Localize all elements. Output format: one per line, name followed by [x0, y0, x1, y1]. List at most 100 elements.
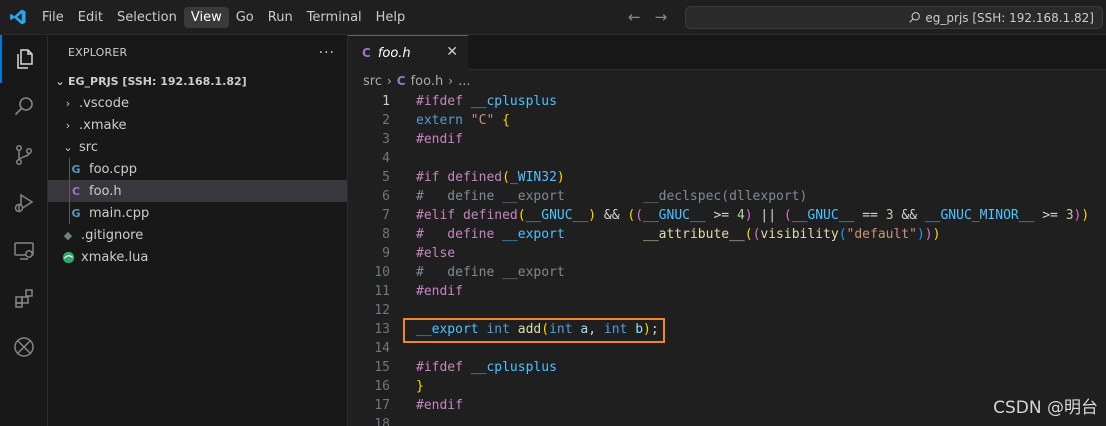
menu-selection[interactable]: Selection: [110, 7, 184, 28]
more-actions-icon[interactable]: ···: [319, 45, 335, 61]
xmake-icon[interactable]: [0, 323, 48, 371]
code-token: ): [916, 227, 925, 242]
cpp-file-icon: G: [71, 162, 81, 176]
code-line: 1 #ifdef __cplusplus: [348, 92, 1106, 111]
command-center-search[interactable]: eg_prjs [SSH: 192.168.1.82]: [685, 6, 1103, 29]
cpp-file-icon: G: [71, 206, 81, 220]
close-icon[interactable]: ✕: [446, 44, 458, 60]
code-token: #ifdef: [416, 360, 471, 375]
breadcrumb-folder[interactable]: src: [363, 74, 382, 89]
indent-guide: [69, 202, 70, 224]
menu-help[interactable]: Help: [369, 7, 413, 28]
code-token: (: [627, 208, 636, 223]
back-arrow-icon[interactable]: ←: [628, 8, 641, 26]
workspace-section-header[interactable]: ⌄ EG_PRJS [SSH: 192.168.1.82]: [48, 70, 347, 92]
tree-item-xmake[interactable]: › .xmake: [48, 114, 347, 136]
code-text: #elif defined(__GNUC__) && ((__GNUC__ >=…: [416, 206, 1089, 225]
line-number: 16: [374, 379, 390, 394]
run-debug-icon[interactable]: [0, 179, 48, 227]
code-text: # define __export: [416, 263, 565, 282]
code-token: __GNUC__: [525, 208, 589, 223]
sidebar-header: EXPLORER ···: [48, 35, 347, 70]
line-number: 17: [374, 398, 390, 413]
source-control-icon[interactable]: [0, 131, 48, 179]
code-token: # define: [416, 227, 503, 242]
line-number: 14: [374, 341, 390, 356]
code-line: 9 #else: [348, 244, 1106, 263]
code-text: #endif: [416, 396, 463, 415]
code-token: _WIN32: [509, 170, 557, 185]
chevron-right-icon: ›: [448, 74, 454, 88]
tree-item-gitignore[interactable]: ◆ .gitignore: [48, 224, 347, 246]
search-icon[interactable]: [0, 83, 48, 131]
tree-item-main-cpp[interactable]: Gmain.cpp: [48, 202, 347, 224]
code-text: extern "C" {: [416, 111, 510, 130]
code-token: #else: [416, 246, 456, 261]
tree-item-foo-h[interactable]: Cfoo.h: [48, 180, 347, 202]
tree-item-vscode[interactable]: › .vscode: [48, 92, 347, 114]
line-number: 5: [382, 170, 390, 185]
line-number: 9: [382, 246, 390, 261]
code-token: >=: [1034, 208, 1066, 223]
code-token: __cplusplus: [470, 360, 557, 375]
code-line: 15 #ifdef __cplusplus: [348, 358, 1106, 377]
code-token: "default": [846, 227, 917, 242]
c-header-file-icon: C: [71, 184, 81, 198]
tree-item-foo-cpp[interactable]: Gfoo.cpp: [48, 158, 347, 180]
code-token: # define __export: [416, 265, 565, 280]
code-line: 4: [348, 149, 1106, 168]
tree-item-src[interactable]: ⌄ src: [48, 136, 347, 158]
menu-go[interactable]: Go: [229, 7, 261, 28]
code-text: #ifdef __cplusplus: [416, 358, 557, 377]
code-token: (: [744, 227, 753, 242]
code-token: ): [932, 227, 941, 242]
menu-edit[interactable]: Edit: [71, 7, 110, 28]
vscode-logo-icon: [0, 0, 35, 35]
files-icon[interactable]: [0, 35, 48, 83]
breadcrumb-more[interactable]: ...: [458, 74, 470, 89]
chevron-down-icon: ⌄: [63, 140, 73, 154]
extensions-icon[interactable]: [0, 275, 48, 323]
code-token: #endif: [416, 398, 463, 413]
tree-item-label: .vscode: [79, 95, 129, 111]
editor-area: C foo.h ✕ src › C foo.h › ... 1 #ifdef __…: [348, 35, 1106, 426]
code-line: 5 #if defined(_WIN32): [348, 168, 1106, 187]
code-token: (: [783, 208, 792, 223]
menu-run[interactable]: Run: [261, 7, 300, 28]
code-token: __GNUC__: [791, 208, 855, 223]
menu-view[interactable]: View: [183, 6, 229, 28]
command-center-text: eg_prjs [SSH: 192.168.1.82]: [925, 10, 1094, 25]
code-token: {: [502, 113, 510, 128]
code-token: __GNUC_MINOR__: [924, 208, 1035, 223]
code-token: #if: [416, 170, 448, 185]
activity-bar: [0, 35, 48, 426]
search-icon: [909, 12, 921, 23]
code-token: 3: [885, 208, 894, 223]
tab-foo-h[interactable]: C foo.h ✕: [348, 35, 468, 70]
line-number: 3: [382, 132, 390, 147]
code-token: ): [1081, 208, 1090, 223]
chevron-down-icon: ⌄: [55, 74, 65, 88]
forward-arrow-icon[interactable]: →: [655, 8, 668, 26]
chevron-right-icon: ›: [65, 118, 71, 132]
tab-label: foo.h: [377, 45, 411, 61]
line-number: 4: [382, 151, 390, 166]
tree-item-label: src: [79, 139, 98, 155]
code-token: >=: [705, 208, 737, 223]
code-text: #ifdef __cplusplus: [416, 92, 557, 111]
code-token: &&: [596, 208, 628, 223]
chevron-right-icon: ›: [65, 96, 71, 110]
menu-terminal[interactable]: Terminal: [300, 7, 369, 28]
tree-item-xmake-lua[interactable]: xmake.lua: [48, 246, 347, 268]
editor-tabs: C foo.h ✕: [348, 35, 1106, 70]
code-line: 10 # define __export: [348, 263, 1106, 282]
code-token: defined: [462, 208, 518, 223]
menu-file[interactable]: File: [35, 7, 71, 28]
breadcrumb-file[interactable]: foo.h: [411, 74, 444, 89]
code-token: #endif: [416, 132, 463, 147]
code-editor[interactable]: 1 #ifdef __cplusplus 2 extern "C" {3 #endif 4…: [348, 92, 1106, 426]
code-token: ==: [854, 208, 886, 223]
workspace-name: EG_PRJS [SSH: 192.168.1.82]: [68, 74, 247, 88]
remote-explorer-icon[interactable]: [0, 227, 48, 275]
